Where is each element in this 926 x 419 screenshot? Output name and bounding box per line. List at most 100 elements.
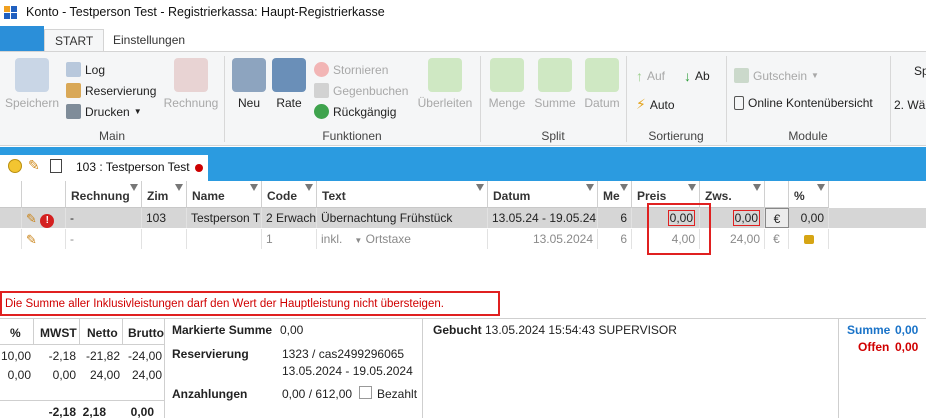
filter-icon[interactable]: [688, 184, 696, 191]
inkl-label: inkl.: [321, 232, 343, 246]
tab-einstellungen[interactable]: Einstellungen: [103, 29, 195, 52]
split-date-icon: [585, 58, 619, 92]
group-label-main: Main: [98, 129, 125, 143]
bezahlt-label: Bezahlt: [377, 387, 418, 401]
tax-cell: 0,00: [7, 368, 31, 382]
filter-icon[interactable]: [476, 184, 484, 191]
table-row[interactable]: ✎ - 1 inkl. ▼ Ortstaxe 13.05.2024 6 4,00…: [0, 229, 926, 249]
header-currency: [765, 181, 789, 208]
cell-code: 2 Erwach: [262, 208, 317, 228]
pencil-icon[interactable]: ✎: [26, 232, 37, 247]
group-label-sortierung: Sortierung: [648, 129, 704, 143]
tax-header-brutto: Brutto: [128, 326, 164, 340]
invoice-icon: [174, 58, 208, 92]
customer-tab[interactable]: ✎ 103 : Testperson Test: [0, 155, 208, 181]
split-datum-button[interactable]: Datum: [582, 58, 622, 110]
header-rechnung[interactable]: Rechnung: [66, 181, 142, 208]
booking-grid: Rechnung Zim Name Code Text Datum Me Pre…: [0, 181, 926, 256]
cell-menge: 6: [598, 208, 632, 228]
smiley-icon[interactable]: [8, 159, 22, 173]
split-sum-icon: [538, 58, 572, 92]
log-button[interactable]: Log: [66, 62, 105, 77]
split-menge-button[interactable]: Menge: [486, 58, 528, 110]
book-icon: [66, 83, 81, 98]
counterbooking-icon: [314, 83, 329, 98]
voucher-icon: [734, 68, 749, 83]
calculator-icon[interactable]: [50, 159, 62, 173]
drucken-button[interactable]: Drucken ▼: [66, 104, 142, 119]
offen-value: 0,00: [895, 340, 919, 354]
header-datum[interactable]: Datum: [488, 181, 598, 208]
printer-icon: [66, 104, 81, 119]
header-code[interactable]: Code: [262, 181, 317, 208]
sort-auto-button[interactable]: ⚡ Auto: [636, 96, 675, 113]
filter-icon[interactable]: [130, 184, 138, 191]
chevron-down-icon: ▼: [811, 71, 819, 80]
rechnung-button[interactable]: Rechnung: [162, 58, 220, 110]
filter-icon[interactable]: [620, 184, 628, 191]
filter-icon[interactable]: [817, 184, 825, 191]
filter-icon[interactable]: [305, 184, 313, 191]
app-icon: [4, 6, 18, 20]
tax-cell: -2,18: [48, 349, 76, 363]
cell-rechnung: -: [66, 229, 142, 249]
log-icon: [66, 62, 81, 77]
ribbon-overflow-label-2[interactable]: 2. Wäl: [894, 98, 926, 112]
filter-icon[interactable]: [250, 184, 258, 191]
header-text[interactable]: Text: [317, 181, 488, 208]
cell-menge: 6: [598, 229, 632, 249]
cash-register-add-icon: [232, 58, 266, 92]
tax-cell: -21,82: [85, 349, 120, 363]
stornieren-button[interactable]: Stornieren: [314, 62, 388, 77]
group-label-module: Module: [788, 129, 828, 143]
header-name[interactable]: Name: [187, 181, 262, 208]
cell-percent: [789, 229, 829, 249]
header-percent[interactable]: %: [789, 181, 829, 208]
undo-icon: [314, 104, 329, 119]
summe-label: Summe: [847, 323, 891, 337]
anzahlungen-label: Anzahlungen: [172, 387, 248, 401]
validation-error-message: Die Summe aller Inklusivleistungen darf …: [0, 291, 500, 316]
ueberleiten-button[interactable]: Überleiten: [416, 58, 474, 110]
gegenbuchen-button[interactable]: Gegenbuchen: [314, 83, 408, 98]
pencil-icon[interactable]: ✎: [28, 157, 40, 174]
sort-ab-button[interactable]: ↓ Ab: [684, 68, 710, 84]
gutschein-button[interactable]: Gutschein ▼: [734, 68, 819, 83]
online-kontenuebersicht-button[interactable]: Online Kontenübersicht: [734, 96, 873, 110]
cell-percent: 0,00: [789, 208, 829, 228]
mobile-icon: [734, 96, 744, 110]
cell-text: Übernachtung Frühstück: [317, 208, 488, 228]
neu-button[interactable]: Neu: [230, 58, 268, 110]
reservierung-value[interactable]: 1323 / cas2499296065: [282, 347, 404, 361]
cell-text: inkl. ▼ Ortstaxe: [317, 229, 488, 249]
reservierung-button[interactable]: Reservierung: [66, 83, 156, 98]
pencil-icon[interactable]: ✎: [26, 211, 37, 226]
cell-rechnung: -: [66, 208, 142, 228]
sort-auf-button[interactable]: ↑ Auf: [636, 68, 665, 84]
cell-zim: [142, 229, 187, 249]
ribbon-overflow-label[interactable]: Sp: [914, 64, 926, 78]
customer-bar: ✎ 103 : Testperson Test: [0, 147, 926, 181]
header-zim[interactable]: Zim: [142, 181, 187, 208]
arrow-up-icon: ↑: [636, 68, 643, 84]
bezahlt-checkbox[interactable]: [359, 386, 372, 399]
split-summe-button[interactable]: Summe: [532, 58, 578, 110]
summe-value: 0,00: [895, 323, 919, 337]
filter-icon[interactable]: [753, 184, 761, 191]
rate-button[interactable]: Rate: [272, 58, 306, 110]
table-row[interactable]: ✎ ! - 103 Testperson T 2 Erwach Übernach…: [0, 208, 926, 228]
summary-panel: % MWST Netto Brutto 10,00 -2,18 -21,82 -…: [0, 318, 926, 419]
arrow-right-icon: [428, 58, 462, 92]
tab-start[interactable]: START: [44, 29, 105, 52]
filter-icon[interactable]: [175, 184, 183, 191]
header-menge[interactable]: Me: [598, 181, 632, 208]
filter-icon[interactable]: [586, 184, 594, 191]
file-tab[interactable]: [0, 26, 44, 52]
tax-header-netto: Netto: [87, 326, 118, 340]
group-label-split: Split: [541, 129, 565, 143]
rueckgaengig-button[interactable]: Rückgängig: [314, 104, 396, 119]
speichern-button[interactable]: Speichern: [4, 58, 60, 110]
currency-button[interactable]: €: [765, 208, 789, 228]
header-icons-1: [0, 181, 22, 208]
save-icon: [15, 58, 49, 92]
